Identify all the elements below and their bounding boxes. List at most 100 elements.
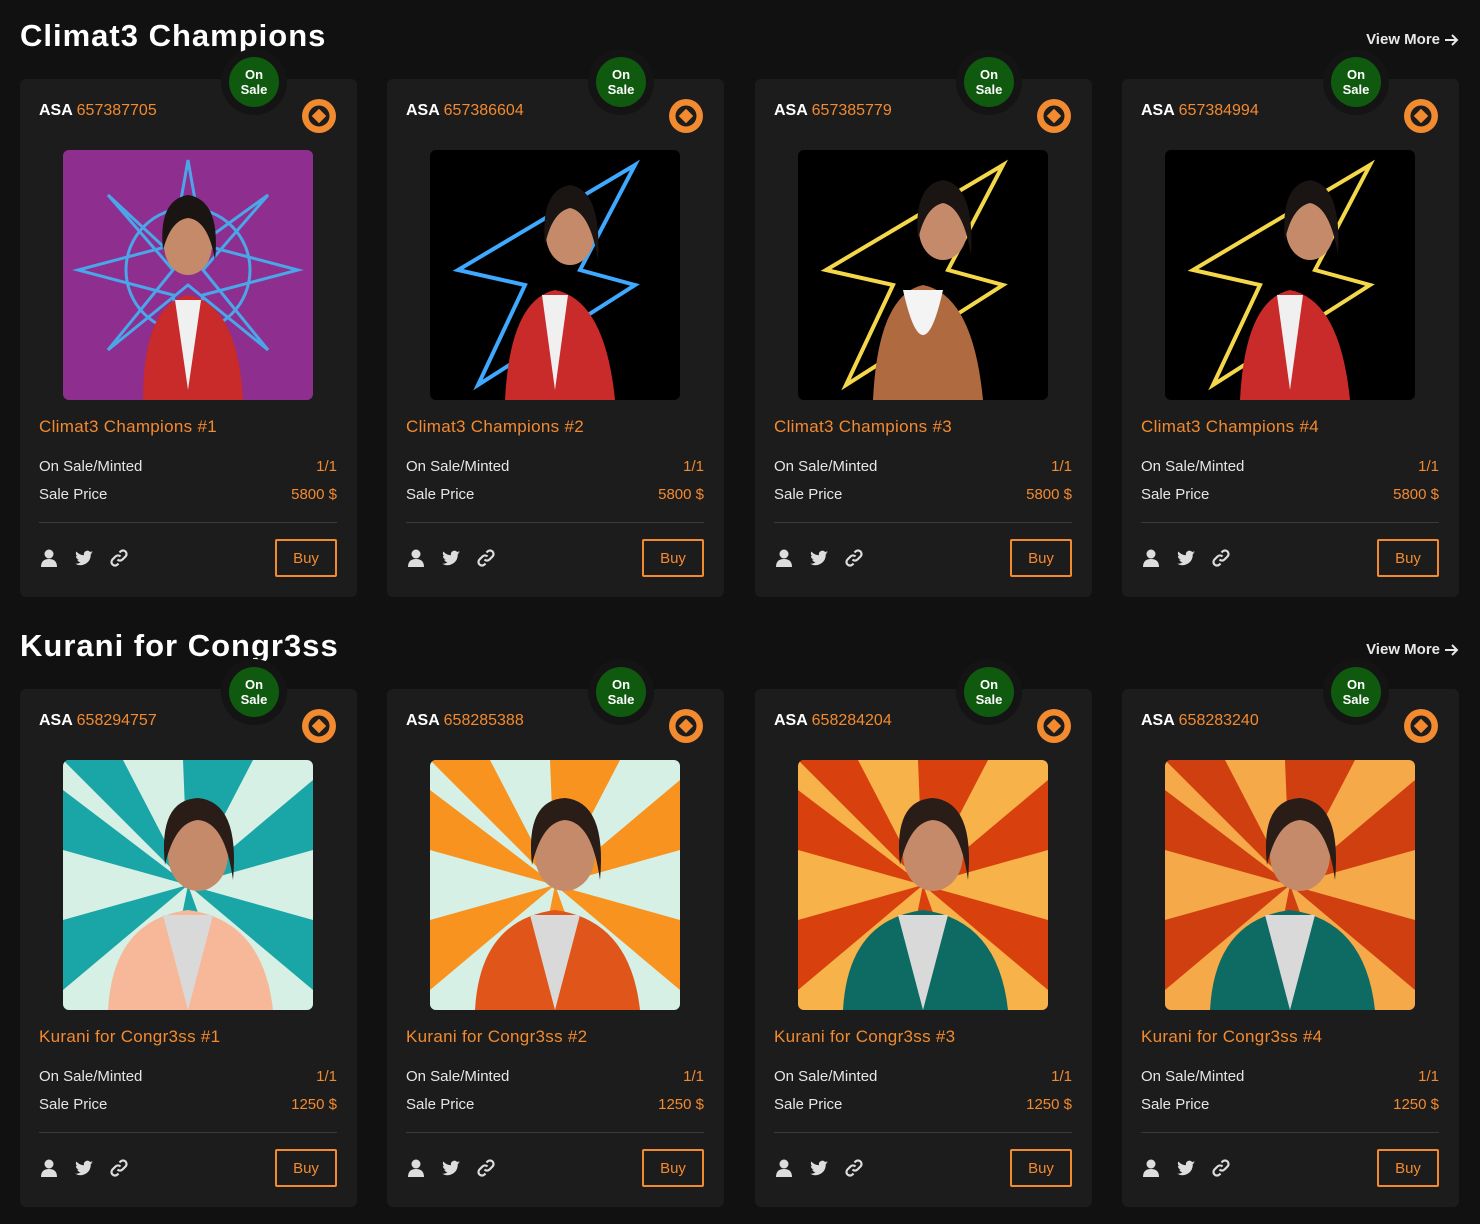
orange-aperture-logo-icon[interactable] bbox=[668, 98, 704, 134]
asa-number-link[interactable]: 657387705 bbox=[77, 102, 157, 119]
nft-title-link[interactable]: Kurani for Congr3ss #1 bbox=[39, 1027, 220, 1047]
twitter-icon[interactable] bbox=[1176, 1158, 1196, 1178]
social-links bbox=[774, 548, 864, 568]
view-more-label: View More bbox=[1366, 641, 1440, 658]
nft-title-link[interactable]: Climat3 Champions #1 bbox=[39, 417, 217, 437]
social-links bbox=[39, 1158, 129, 1178]
social-links bbox=[406, 548, 496, 568]
divider bbox=[406, 1132, 704, 1133]
on-sale-row: On Sale/Minted 1/1 bbox=[39, 458, 337, 475]
social-links bbox=[1141, 1158, 1231, 1178]
divider bbox=[406, 522, 704, 523]
user-icon[interactable] bbox=[1141, 548, 1161, 568]
price-row: Sale Price 1250 $ bbox=[39, 1096, 337, 1113]
user-icon[interactable] bbox=[39, 1158, 59, 1178]
social-links bbox=[1141, 548, 1231, 568]
asa-number-link[interactable]: 657385779 bbox=[812, 102, 892, 119]
twitter-icon[interactable] bbox=[74, 1158, 94, 1178]
buy-button[interactable]: Buy bbox=[275, 1149, 337, 1187]
buy-button[interactable]: Buy bbox=[642, 1149, 704, 1187]
social-links bbox=[406, 1158, 496, 1178]
on-sale-row: On Sale/Minted 1/1 bbox=[406, 458, 704, 475]
link-icon[interactable] bbox=[1211, 548, 1231, 568]
orange-aperture-logo-icon[interactable] bbox=[301, 98, 337, 134]
asa-number-link[interactable]: 658283240 bbox=[1179, 712, 1259, 729]
user-icon[interactable] bbox=[406, 1158, 426, 1178]
nft-artwork[interactable] bbox=[63, 150, 313, 400]
nft-artwork[interactable] bbox=[430, 760, 680, 1010]
asa-number-link[interactable]: 657384994 bbox=[1179, 102, 1259, 119]
link-icon[interactable] bbox=[109, 548, 129, 568]
user-icon[interactable] bbox=[406, 548, 426, 568]
buy-button[interactable]: Buy bbox=[275, 539, 337, 577]
link-icon[interactable] bbox=[109, 1158, 129, 1178]
orange-aperture-logo-icon[interactable] bbox=[301, 708, 337, 744]
buy-button[interactable]: Buy bbox=[1010, 539, 1072, 577]
social-links bbox=[39, 548, 129, 568]
twitter-icon[interactable] bbox=[441, 548, 461, 568]
on-sale-row: On Sale/Minted 1/1 bbox=[1141, 1068, 1439, 1085]
nft-artwork[interactable] bbox=[63, 760, 313, 1010]
on-sale-badge: On Sale bbox=[596, 57, 646, 107]
nft-title-link[interactable]: Kurani for Congr3ss #4 bbox=[1141, 1027, 1322, 1047]
arrow-right-icon bbox=[1445, 643, 1459, 656]
view-more-link[interactable]: View More bbox=[1366, 641, 1460, 658]
on-sale-badge: On Sale bbox=[229, 57, 279, 107]
link-icon[interactable] bbox=[476, 548, 496, 568]
nft-title-link[interactable]: Kurani for Congr3ss #2 bbox=[406, 1027, 587, 1047]
link-icon[interactable] bbox=[476, 1158, 496, 1178]
divider bbox=[39, 1132, 337, 1133]
nft-card: On Sale ASA 658284204 Kurani for Congr3ss… bbox=[755, 659, 1092, 1207]
asa-number-link[interactable]: 657386604 bbox=[444, 102, 524, 119]
price-row: Sale Price 5800 $ bbox=[39, 486, 337, 503]
nft-card: On Sale ASA 657384994 Climat3 Champions #… bbox=[1122, 49, 1459, 597]
card-grid: On Sale ASA 657387705 Climat3 Champions … bbox=[20, 49, 1460, 597]
on-sale-row: On Sale/Minted 1/1 bbox=[406, 1068, 704, 1085]
on-sale-row: On Sale/Minted 1/1 bbox=[774, 458, 1072, 475]
orange-aperture-logo-icon[interactable] bbox=[1036, 708, 1072, 744]
orange-aperture-logo-icon[interactable] bbox=[1403, 98, 1439, 134]
on-sale-badge: On Sale bbox=[229, 667, 279, 717]
user-icon[interactable] bbox=[774, 548, 794, 568]
orange-aperture-logo-icon[interactable] bbox=[1403, 708, 1439, 744]
link-icon[interactable] bbox=[1211, 1158, 1231, 1178]
twitter-icon[interactable] bbox=[1176, 548, 1196, 568]
card-grid: On Sale ASA 658294757 Kurani for Congr3ss… bbox=[20, 659, 1460, 1207]
orange-aperture-logo-icon[interactable] bbox=[1036, 98, 1072, 134]
nft-artwork[interactable] bbox=[798, 760, 1048, 1010]
buy-button[interactable]: Buy bbox=[1377, 1149, 1439, 1187]
buy-button[interactable]: Buy bbox=[1377, 539, 1439, 577]
user-icon[interactable] bbox=[1141, 1158, 1161, 1178]
twitter-icon[interactable] bbox=[809, 1158, 829, 1178]
asa-number-link[interactable]: 658294757 bbox=[77, 712, 157, 729]
link-icon[interactable] bbox=[844, 1158, 864, 1178]
section-title: Climat3 Champions bbox=[20, 18, 327, 53]
twitter-icon[interactable] bbox=[441, 1158, 461, 1178]
divider bbox=[774, 522, 1072, 523]
nft-title-link[interactable]: Kurani for Congr3ss #3 bbox=[774, 1027, 955, 1047]
nft-artwork[interactable] bbox=[1165, 760, 1415, 1010]
on-sale-badge: On Sale bbox=[964, 667, 1014, 717]
nft-title-link[interactable]: Climat3 Champions #3 bbox=[774, 417, 952, 437]
buy-button[interactable]: Buy bbox=[1010, 1149, 1072, 1187]
nft-artwork[interactable] bbox=[798, 150, 1048, 400]
buy-button[interactable]: Buy bbox=[642, 539, 704, 577]
asa-id: ASA 658284204 bbox=[774, 712, 892, 729]
asa-number-link[interactable]: 658284204 bbox=[812, 712, 892, 729]
twitter-icon[interactable] bbox=[74, 548, 94, 568]
user-icon[interactable] bbox=[39, 548, 59, 568]
nft-card: On Sale ASA 658285388 Kurani for Congr3ss… bbox=[387, 659, 724, 1207]
twitter-icon[interactable] bbox=[809, 548, 829, 568]
nft-artwork[interactable] bbox=[1165, 150, 1415, 400]
divider bbox=[1141, 522, 1439, 523]
nft-artwork[interactable] bbox=[430, 150, 680, 400]
user-icon[interactable] bbox=[774, 1158, 794, 1178]
nft-card: On Sale ASA 657386604 Climat3 Champions #… bbox=[387, 49, 724, 597]
view-more-link[interactable]: View More bbox=[1366, 31, 1460, 48]
nft-title-link[interactable]: Climat3 Champions #2 bbox=[406, 417, 584, 437]
price-row: Sale Price 5800 $ bbox=[406, 486, 704, 503]
nft-title-link[interactable]: Climat3 Champions #4 bbox=[1141, 417, 1319, 437]
asa-number-link[interactable]: 658285388 bbox=[444, 712, 524, 729]
link-icon[interactable] bbox=[844, 548, 864, 568]
orange-aperture-logo-icon[interactable] bbox=[668, 708, 704, 744]
